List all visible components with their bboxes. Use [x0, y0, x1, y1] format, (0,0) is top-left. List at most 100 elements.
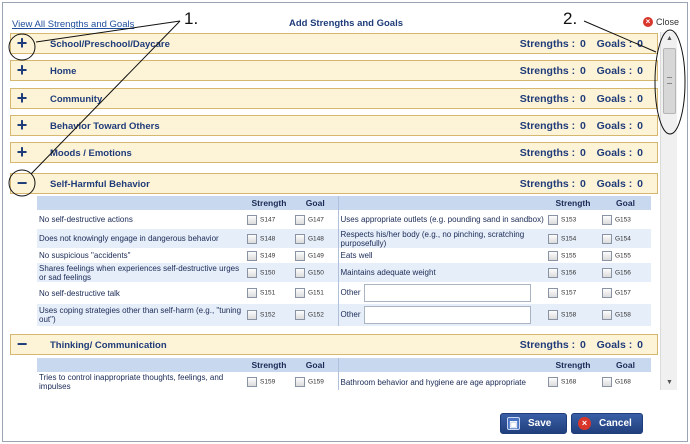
- expand-icon[interactable]: +: [11, 34, 33, 53]
- close-icon: ×: [643, 17, 653, 27]
- goal-checkbox[interactable]: [602, 250, 612, 261]
- section-self-harmful-behavior[interactable]: − Self-Harmful Behavior Strengths : 0 Go…: [10, 173, 658, 194]
- strength-column-header: Strength: [245, 196, 293, 210]
- save-button[interactable]: ▣ Save: [500, 413, 567, 434]
- item-label: Uses appropriate outlets (e.g. pounding …: [337, 210, 546, 229]
- strength-checkbox[interactable]: [247, 310, 257, 320]
- section-counts: Strengths : 0 Goals : 0: [519, 147, 643, 159]
- annotation-label-1: 1.: [184, 9, 199, 28]
- item-label: No self-destructive talk: [37, 282, 245, 304]
- goal-checkbox[interactable]: [602, 288, 612, 298]
- thinking-items-table: Strength Goal Strength Goal Tries to con…: [37, 358, 651, 390]
- expand-icon[interactable]: +: [11, 116, 33, 135]
- strength-column-header: Strength: [546, 358, 600, 372]
- save-disk-icon: ▣: [507, 417, 520, 430]
- goal-column-header: Goal: [600, 358, 651, 372]
- item-label: Respects his/her body (e.g., no pinching…: [337, 229, 546, 248]
- table-row: Tries to control inappropriate thoughts,…: [37, 372, 651, 390]
- expand-icon[interactable]: +: [11, 143, 33, 162]
- item-label: Shares feelings when experiences self-de…: [37, 263, 245, 282]
- item-label: Tries to control inappropriate thoughts,…: [37, 372, 245, 390]
- goal-checkbox[interactable]: [602, 214, 612, 225]
- expand-icon[interactable]: +: [11, 61, 33, 80]
- table-row: Shares feelings when experiences self-de…: [37, 263, 651, 282]
- goal-checkbox[interactable]: [295, 310, 305, 320]
- section-counts: Strengths : 0 Goals : 0: [519, 93, 643, 105]
- cancel-icon: ×: [578, 417, 591, 430]
- goal-checkbox[interactable]: [295, 288, 305, 298]
- grip-icon: [667, 77, 672, 84]
- item-label: Uses coping strategies other than self-h…: [37, 304, 245, 326]
- goal-column-header: Goal: [600, 196, 651, 210]
- close-button[interactable]: × Close: [643, 17, 679, 27]
- collapse-icon[interactable]: −: [11, 335, 33, 354]
- strength-checkbox[interactable]: [247, 288, 257, 298]
- strength-checkbox[interactable]: [548, 377, 558, 387]
- annotation-label-2: 2.: [563, 9, 578, 28]
- section-title: Moods / Emotions: [50, 148, 132, 159]
- other-text-input[interactable]: [363, 284, 531, 302]
- vertical-scrollbar[interactable]: ▲ ▼: [660, 32, 677, 390]
- other-label: Other: [340, 310, 361, 320]
- scroll-down-arrow-icon[interactable]: ▼: [661, 376, 678, 390]
- strength-column-header: Strength: [546, 196, 600, 210]
- goal-checkbox[interactable]: [602, 377, 612, 387]
- section-thinking-communication[interactable]: − Thinking/ Communication Strengths : 0 …: [10, 334, 658, 355]
- table-row: No self-destructive talk S151 G151 Other…: [37, 282, 651, 304]
- goal-checkbox[interactable]: [295, 267, 305, 278]
- other-label: Other: [340, 288, 361, 298]
- item-label: Maintains adequate weight: [337, 263, 546, 282]
- other-text-input[interactable]: [363, 306, 531, 324]
- item-label: Bathroom behavior and hygiene are age ap…: [337, 372, 546, 390]
- goal-checkbox[interactable]: [295, 214, 305, 225]
- close-label: Close: [656, 17, 680, 27]
- goal-checkbox[interactable]: [602, 233, 612, 244]
- scrollbar-thumb[interactable]: [663, 48, 676, 114]
- table-row: Does not knowingly engage in dangerous b…: [37, 229, 651, 248]
- strength-checkbox[interactable]: [247, 250, 257, 261]
- strength-checkbox[interactable]: [548, 250, 558, 261]
- section-title: Behavior Toward Others: [50, 121, 160, 132]
- strength-checkbox[interactable]: [548, 267, 558, 278]
- section-counts: Strengths : 0 Goals : 0: [519, 65, 643, 77]
- table-row: No suspicious "accidents" S149 G149 Eats…: [37, 248, 651, 263]
- goal-checkbox[interactable]: [602, 267, 612, 278]
- sections-scroll-area[interactable]: + School/Preschool/Daycare Strengths : 0…: [10, 33, 658, 390]
- item-label: Does not knowingly engage in dangerous b…: [37, 229, 245, 248]
- section-counts: Strengths : 0 Goals : 0: [519, 120, 643, 132]
- goal-checkbox[interactable]: [295, 377, 305, 387]
- strength-checkbox[interactable]: [247, 214, 257, 225]
- section-moods-emotions[interactable]: + Moods / Emotions Strengths : 0 Goals :…: [10, 142, 658, 163]
- goal-checkbox[interactable]: [602, 310, 612, 320]
- section-title: School/Preschool/Daycare: [50, 39, 170, 50]
- view-all-strengths-goals-link[interactable]: View All Strengths and Goals: [12, 19, 134, 30]
- section-title: Community: [50, 94, 103, 105]
- section-counts: Strengths : 0 Goals : 0: [519, 178, 643, 190]
- self-harm-items-table: Strength Goal Strength Goal No self-dest…: [37, 196, 651, 326]
- section-school[interactable]: + School/Preschool/Daycare Strengths : 0…: [10, 33, 658, 54]
- table-row: Uses coping strategies other than self-h…: [37, 304, 651, 326]
- cancel-button-label: Cancel: [599, 418, 632, 429]
- strength-checkbox[interactable]: [548, 310, 558, 320]
- collapse-icon[interactable]: −: [11, 174, 33, 193]
- strength-checkbox[interactable]: [548, 214, 558, 225]
- expand-icon[interactable]: +: [11, 89, 33, 108]
- strength-column-header: Strength: [245, 358, 293, 372]
- goal-checkbox[interactable]: [295, 250, 305, 261]
- goal-column-header: Goal: [293, 358, 338, 372]
- cancel-button[interactable]: × Cancel: [571, 413, 643, 434]
- section-community[interactable]: + Community Strengths : 0 Goals : 0: [10, 88, 658, 109]
- strength-checkbox[interactable]: [247, 267, 257, 278]
- other-row: Other: [337, 304, 546, 326]
- strength-checkbox[interactable]: [548, 233, 558, 244]
- strength-checkbox[interactable]: [548, 288, 558, 298]
- scroll-up-arrow-icon[interactable]: ▲: [661, 32, 678, 46]
- strength-checkbox[interactable]: [247, 233, 257, 244]
- strength-checkbox[interactable]: [247, 377, 257, 387]
- section-behavior-toward-others[interactable]: + Behavior Toward Others Strengths : 0 G…: [10, 115, 658, 136]
- section-home[interactable]: + Home Strengths : 0 Goals : 0: [10, 60, 658, 81]
- item-label: Eats well: [337, 248, 546, 263]
- goal-checkbox[interactable]: [295, 233, 305, 244]
- section-title: Self-Harmful Behavior: [50, 179, 150, 190]
- goal-column-header: Goal: [293, 196, 338, 210]
